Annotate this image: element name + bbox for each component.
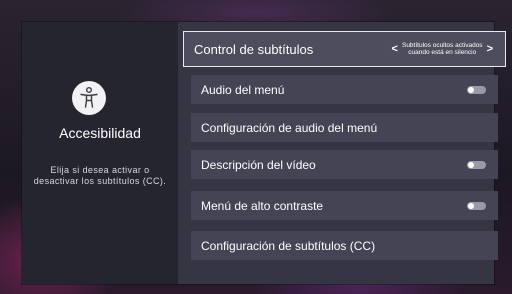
subtitle-control-value: Subtítulos ocultos activados cuando está… [401, 41, 483, 57]
panel-title: Accesibilidad [59, 125, 141, 141]
chevron-right-icon[interactable]: > [487, 43, 493, 55]
menu-item-cc-settings[interactable]: Configuración de subtítulos (CC) [191, 231, 498, 260]
menu-item-video-description[interactable]: Descripción del vídeo [191, 150, 498, 179]
menu-item-label: Configuración de subtítulos (CC) [201, 238, 376, 253]
subtitle-control-selector[interactable]: < Subtítulos ocultos activados cuando es… [392, 32, 493, 66]
menu-audio-toggle[interactable] [467, 85, 486, 94]
menu-item-label: Descripción del vídeo [201, 157, 316, 172]
toggle-knob [468, 202, 474, 209]
menu-item-subtitle-control[interactable]: Control de subtítulos < Subtítulos ocult… [183, 31, 506, 67]
menu-item-label: Configuración de audio del menú [201, 120, 378, 135]
panel-description: Elija si desea activar o desactivar los … [33, 165, 167, 186]
chevron-left-icon[interactable]: < [392, 43, 398, 55]
video-description-toggle[interactable] [467, 160, 486, 169]
toggle-knob [468, 161, 474, 168]
menu-item-menu-audio-settings[interactable]: Configuración de audio del menú [191, 113, 498, 142]
menu-item-high-contrast[interactable]: Menú de alto contraste [191, 191, 498, 220]
menu-item-label: Menú de alto contraste [201, 198, 324, 213]
menu-item-menu-audio[interactable]: Audio del menú [191, 75, 498, 104]
info-panel [22, 22, 178, 284]
toggle-knob [468, 86, 474, 93]
high-contrast-toggle[interactable] [467, 201, 486, 210]
accessibility-icon [72, 81, 106, 115]
menu-item-label: Control de subtítulos [194, 41, 314, 57]
menu-item-label: Audio del menú [201, 82, 285, 97]
